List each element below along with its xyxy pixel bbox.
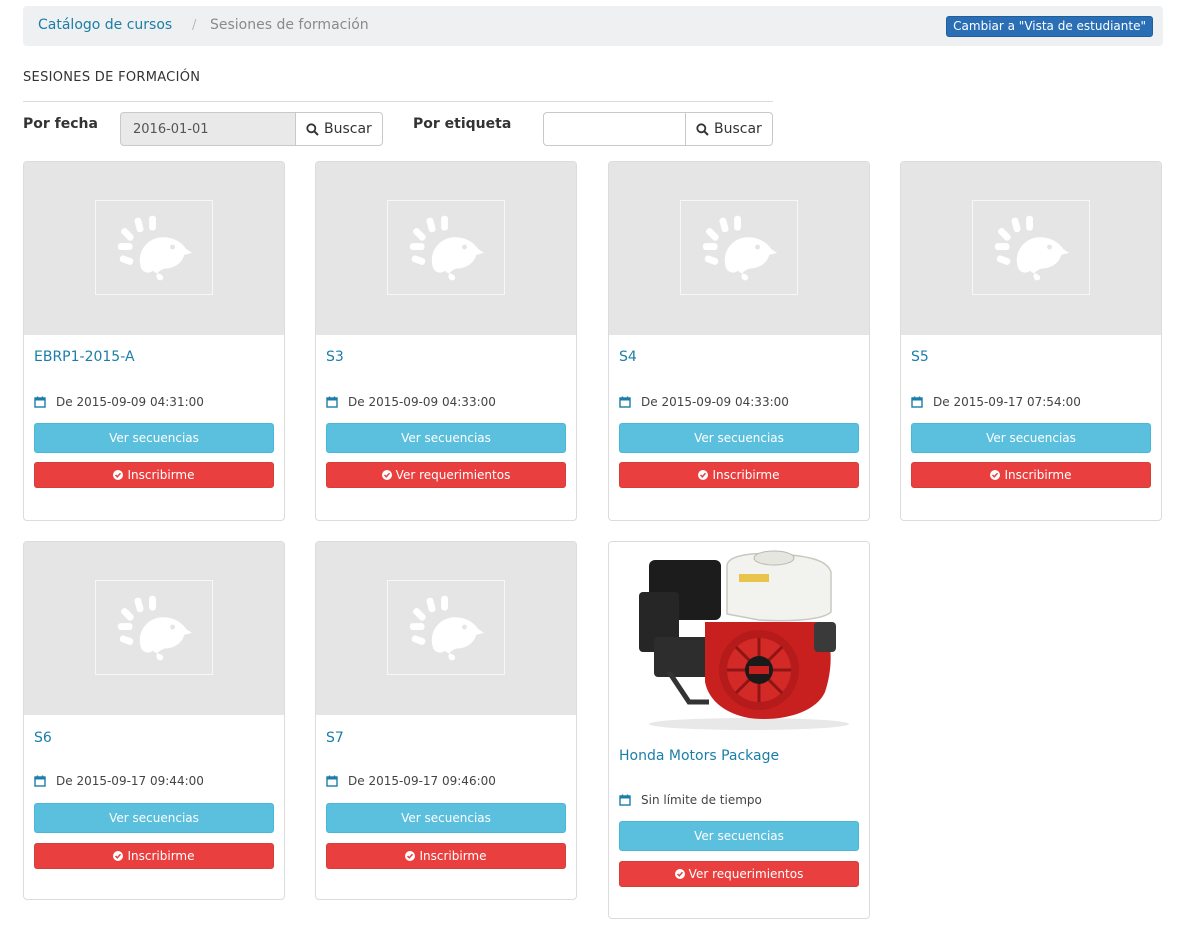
calendar-icon	[911, 396, 923, 408]
placeholder-logo-icon	[95, 580, 213, 675]
search-icon	[306, 122, 319, 136]
subscribe-button[interactable]: Inscribirme	[911, 462, 1151, 488]
session-date-text: De 2015-09-17 09:46:00	[348, 774, 496, 788]
calendar-icon	[619, 794, 631, 806]
subscribe-button[interactable]: Inscribirme	[34, 462, 274, 488]
session-date: De 2015-09-09 04:31:00	[34, 395, 204, 409]
check-circle-icon	[113, 851, 124, 861]
session-date: De 2015-09-09 04:33:00	[619, 395, 789, 409]
view-sequences-button[interactable]: Ver secuencias	[326, 803, 566, 833]
session-card: S3 De 2015-09-09 04:33:00 Ver secuencias…	[315, 161, 577, 521]
view-requirements-label: Ver requerimientos	[688, 867, 804, 881]
subscribe-label: Inscribirme	[712, 468, 780, 482]
placeholder-logo-icon	[680, 200, 798, 295]
session-card: S7 De 2015-09-17 09:46:00 Ver secuencias…	[315, 541, 577, 900]
session-thumbnail[interactable]	[609, 162, 869, 335]
session-title-link[interactable]: Honda Motors Package	[619, 748, 779, 764]
session-title-link[interactable]: S6	[34, 730, 52, 746]
view-sequences-button[interactable]: Ver secuencias	[619, 423, 859, 453]
calendar-icon	[34, 396, 46, 408]
breadcrumb-current: Sesiones de formación	[210, 17, 369, 33]
session-date: De 2015-09-17 07:54:00	[911, 395, 1081, 409]
session-thumbnail[interactable]	[609, 542, 869, 732]
session-thumbnail[interactable]	[316, 542, 576, 715]
check-circle-icon	[405, 851, 416, 861]
switch-student-view-button[interactable]: Cambiar a "Vista de estudiante"	[946, 16, 1153, 37]
subscribe-button[interactable]: Inscribirme	[619, 462, 859, 488]
subscribe-button[interactable]: Inscribirme	[326, 843, 566, 869]
session-title-link[interactable]: S4	[619, 349, 637, 365]
subscribe-label: Inscribirme	[1004, 468, 1072, 482]
check-circle-icon	[990, 470, 1001, 480]
session-date: De 2015-09-17 09:44:00	[34, 774, 204, 788]
session-date: De 2015-09-17 09:46:00	[326, 774, 496, 788]
session-date-text: Sin límite de tiempo	[641, 793, 762, 807]
session-card: S4 De 2015-09-09 04:33:00 Ver secuencias…	[608, 161, 870, 521]
subscribe-label: Inscribirme	[419, 849, 487, 863]
session-thumbnail[interactable]	[316, 162, 576, 335]
session-thumbnail[interactable]	[901, 162, 1161, 335]
placeholder-logo-icon	[95, 200, 213, 295]
date-filter-group: Buscar	[120, 112, 383, 146]
session-date: Sin límite de tiempo	[619, 793, 762, 807]
view-sequences-button[interactable]: Ver secuencias	[619, 821, 859, 851]
view-sequences-button[interactable]: Ver secuencias	[911, 423, 1151, 453]
breadcrumb-separator: /	[192, 18, 197, 33]
session-date-text: De 2015-09-09 04:33:00	[641, 395, 789, 409]
engine-photo	[639, 550, 849, 730]
session-title-link[interactable]: S7	[326, 730, 344, 746]
breadcrumb-catalog-link[interactable]: Catálogo de cursos	[38, 17, 172, 33]
view-requirements-button[interactable]: Ver requerimientos	[326, 462, 566, 488]
session-title-link[interactable]: EBRP1-2015-A	[34, 349, 135, 365]
breadcrumb: Catálogo de cursos / Sesiones de formaci…	[23, 6, 1163, 46]
session-card: S5 De 2015-09-17 07:54:00 Ver secuencias…	[900, 161, 1162, 521]
placeholder-logo-icon	[387, 580, 505, 675]
tag-filter-input[interactable]	[543, 112, 685, 146]
tag-search-button[interactable]: Buscar	[685, 112, 773, 146]
session-title-link[interactable]: S5	[911, 349, 929, 365]
tag-filter-label: Por etiqueta	[413, 116, 512, 132]
session-title-link[interactable]: S3	[326, 349, 344, 365]
session-thumbnail[interactable]	[24, 542, 284, 715]
session-date-text: De 2015-09-09 04:33:00	[348, 395, 496, 409]
check-circle-icon	[381, 470, 392, 480]
session-card: S6 De 2015-09-17 09:44:00 Ver secuencias…	[23, 541, 285, 900]
check-circle-icon	[674, 869, 685, 879]
session-date: De 2015-09-09 04:33:00	[326, 395, 496, 409]
session-date-text: De 2015-09-09 04:31:00	[56, 395, 204, 409]
view-sequences-button[interactable]: Ver secuencias	[34, 423, 274, 453]
subscribe-label: Inscribirme	[127, 468, 195, 482]
page-title: SESIONES DE FORMACIÓN	[23, 70, 201, 85]
title-divider	[23, 101, 773, 102]
date-search-label: Buscar	[324, 121, 372, 137]
calendar-icon	[326, 775, 338, 787]
subscribe-label: Inscribirme	[127, 849, 195, 863]
session-card: Honda Motors Package Sin límite de tiemp…	[608, 541, 870, 919]
calendar-icon	[326, 396, 338, 408]
calendar-icon	[34, 775, 46, 787]
placeholder-logo-icon	[972, 200, 1090, 295]
subscribe-button[interactable]: Inscribirme	[34, 843, 274, 869]
search-icon	[696, 122, 709, 136]
tag-filter-group: Buscar	[543, 112, 773, 146]
view-sequences-button[interactable]: Ver secuencias	[326, 423, 566, 453]
date-filter-input[interactable]	[120, 112, 295, 146]
tag-search-label: Buscar	[714, 121, 762, 137]
view-sequences-button[interactable]: Ver secuencias	[34, 803, 274, 833]
placeholder-logo-icon	[387, 200, 505, 295]
session-date-text: De 2015-09-17 09:44:00	[56, 774, 204, 788]
check-circle-icon	[698, 470, 709, 480]
view-requirements-button[interactable]: Ver requerimientos	[619, 861, 859, 887]
date-search-button[interactable]: Buscar	[295, 112, 383, 146]
session-date-text: De 2015-09-17 07:54:00	[933, 395, 1081, 409]
date-filter-label: Por fecha	[23, 116, 98, 132]
view-requirements-label: Ver requerimientos	[395, 468, 511, 482]
check-circle-icon	[113, 470, 124, 480]
calendar-icon	[619, 396, 631, 408]
session-card: EBRP1-2015-A De 2015-09-09 04:31:00 Ver …	[23, 161, 285, 521]
session-thumbnail[interactable]	[24, 162, 284, 335]
